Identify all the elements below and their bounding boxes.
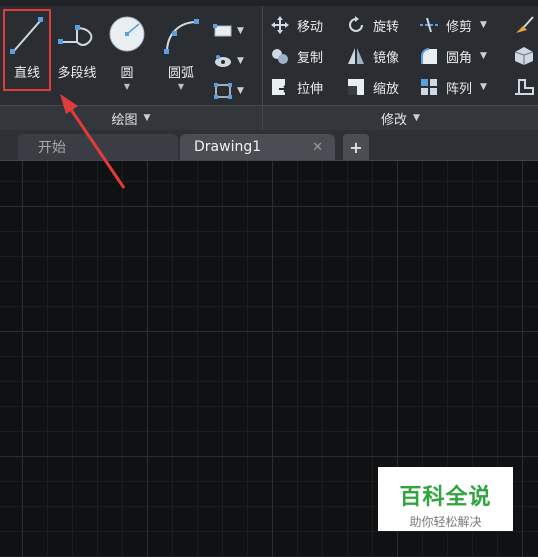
fillet-button[interactable]: 圆角 ▼: [418, 45, 487, 67]
draw-panel-expand-arrow[interactable]: ▼: [144, 113, 151, 123]
arc-dropdown-arrow[interactable]: ▼: [158, 83, 204, 91]
watermark-subtitle: 助你轻松解决: [409, 515, 482, 529]
explode-tool-button[interactable]: [513, 45, 535, 71]
modify-panel: 移动 旋转 修剪 ▼ 复制 镜像 圆角 ▼ 拉伸 缩放 阵列 ▼ 修改 ▼: [263, 6, 538, 130]
mirror-icon: [345, 45, 367, 67]
hatch-icon: [215, 55, 231, 67]
circle-tool-button[interactable]: 圆 ▼: [106, 14, 148, 91]
trim-icon: [418, 14, 440, 36]
arc-tool-label: 圆弧: [167, 66, 194, 81]
trim-dropdown-arrow[interactable]: ▼: [480, 20, 487, 30]
trim-label: 修剪: [446, 19, 473, 35]
line-tool-label: 直线: [13, 66, 40, 81]
modify-panel-expand-arrow[interactable]: ▼: [413, 113, 420, 123]
mirror-label: 镜像: [373, 50, 400, 66]
erase-tool-button[interactable]: [513, 14, 535, 40]
rotate-icon: [345, 14, 367, 36]
circle-tool-label: 圆: [120, 66, 134, 81]
stretch-button[interactable]: 拉伸: [269, 76, 323, 98]
watermark-logo: 百科全说 助你轻松解决: [378, 467, 513, 531]
new-tab-button[interactable]: +: [343, 134, 369, 160]
rectangle-icon: [213, 24, 232, 37]
hatch-dropdown-arrow[interactable]: ▼: [237, 56, 244, 66]
rectangle-tool-button[interactable]: ▼: [213, 16, 244, 46]
boundary-dropdown-arrow[interactable]: ▼: [237, 86, 244, 96]
tab-start[interactable]: 开始: [18, 134, 178, 160]
draw-panel-title: 绘图: [111, 112, 138, 128]
scale-label: 缩放: [373, 81, 400, 97]
tab-drawing1-label: Drawing1: [194, 139, 262, 155]
fillet-icon: [418, 45, 440, 67]
draw-small-tools: ▼ ▼ ▼: [213, 16, 244, 106]
rotate-label: 旋转: [373, 19, 400, 35]
polyline-tool-label: 多段线: [57, 66, 97, 81]
move-icon: [269, 14, 291, 36]
mirror-button[interactable]: 镜像: [345, 45, 399, 67]
tab-start-label: 开始: [38, 140, 66, 156]
stretch-icon: [269, 76, 291, 98]
array-box-icon: [214, 83, 232, 99]
line-icon: [10, 17, 43, 54]
watermark-title: 百科全说: [399, 485, 492, 510]
scale-button[interactable]: 缩放: [345, 76, 399, 98]
tab-drawing1[interactable]: Drawing1 ✕: [180, 134, 335, 160]
arc-icon: [164, 19, 199, 54]
move-button[interactable]: 移动: [269, 14, 323, 36]
file-tabs-bar: 开始 Drawing1 ✕ +: [0, 130, 538, 161]
stretch-label: 拉伸: [297, 81, 324, 97]
array-icon: [418, 76, 440, 98]
array-label: 阵列: [446, 81, 473, 97]
circle-icon: [109, 16, 145, 52]
draw-panel: 直线 多段线 圆 ▼ 圆弧 ▼ ▼ ▼ ▼ 绘图 ▼: [0, 6, 262, 130]
cube-icon: [514, 47, 534, 65]
scale-icon: [345, 76, 367, 98]
polyline-tool-button[interactable]: 多段线: [52, 14, 102, 81]
ribbon: 直线 多段线 圆 ▼ 圆弧 ▼ ▼ ▼ ▼ 绘图 ▼ 移动 旋转 修剪 ▼ 复制…: [0, 0, 538, 131]
modify-panel-title-bar[interactable]: 修改 ▼: [263, 105, 538, 130]
trim-button[interactable]: 修剪 ▼: [418, 14, 487, 36]
plus-icon: +: [349, 137, 363, 157]
array-dropdown-arrow[interactable]: ▼: [480, 82, 487, 92]
fillet-dropdown-arrow[interactable]: ▼: [480, 51, 487, 61]
copy-icon: [269, 45, 291, 67]
circle-dropdown-arrow[interactable]: ▼: [106, 83, 148, 91]
copy-button[interactable]: 复制: [269, 45, 323, 67]
arc-tool-button[interactable]: 圆弧 ▼: [158, 14, 204, 91]
polyline-icon: [58, 25, 93, 46]
fillet-label: 圆角: [446, 50, 473, 66]
boundary-tool-button[interactable]: ▼: [213, 76, 244, 106]
line-tool-button[interactable]: 直线: [5, 14, 49, 81]
move-label: 移动: [297, 19, 324, 35]
offset-tool-button[interactable]: [513, 76, 535, 102]
modify-panel-title: 修改: [381, 112, 408, 128]
hatch-tool-button[interactable]: ▼: [213, 46, 244, 76]
copy-label: 复制: [297, 50, 324, 66]
offset-icon: [515, 79, 534, 95]
brush-icon: [516, 16, 534, 33]
array-button[interactable]: 阵列 ▼: [418, 76, 487, 98]
rectangle-dropdown-arrow[interactable]: ▼: [237, 26, 244, 36]
draw-panel-title-bar[interactable]: 绘图 ▼: [0, 105, 262, 130]
rotate-button[interactable]: 旋转: [345, 14, 399, 36]
close-icon[interactable]: ✕: [312, 140, 323, 155]
